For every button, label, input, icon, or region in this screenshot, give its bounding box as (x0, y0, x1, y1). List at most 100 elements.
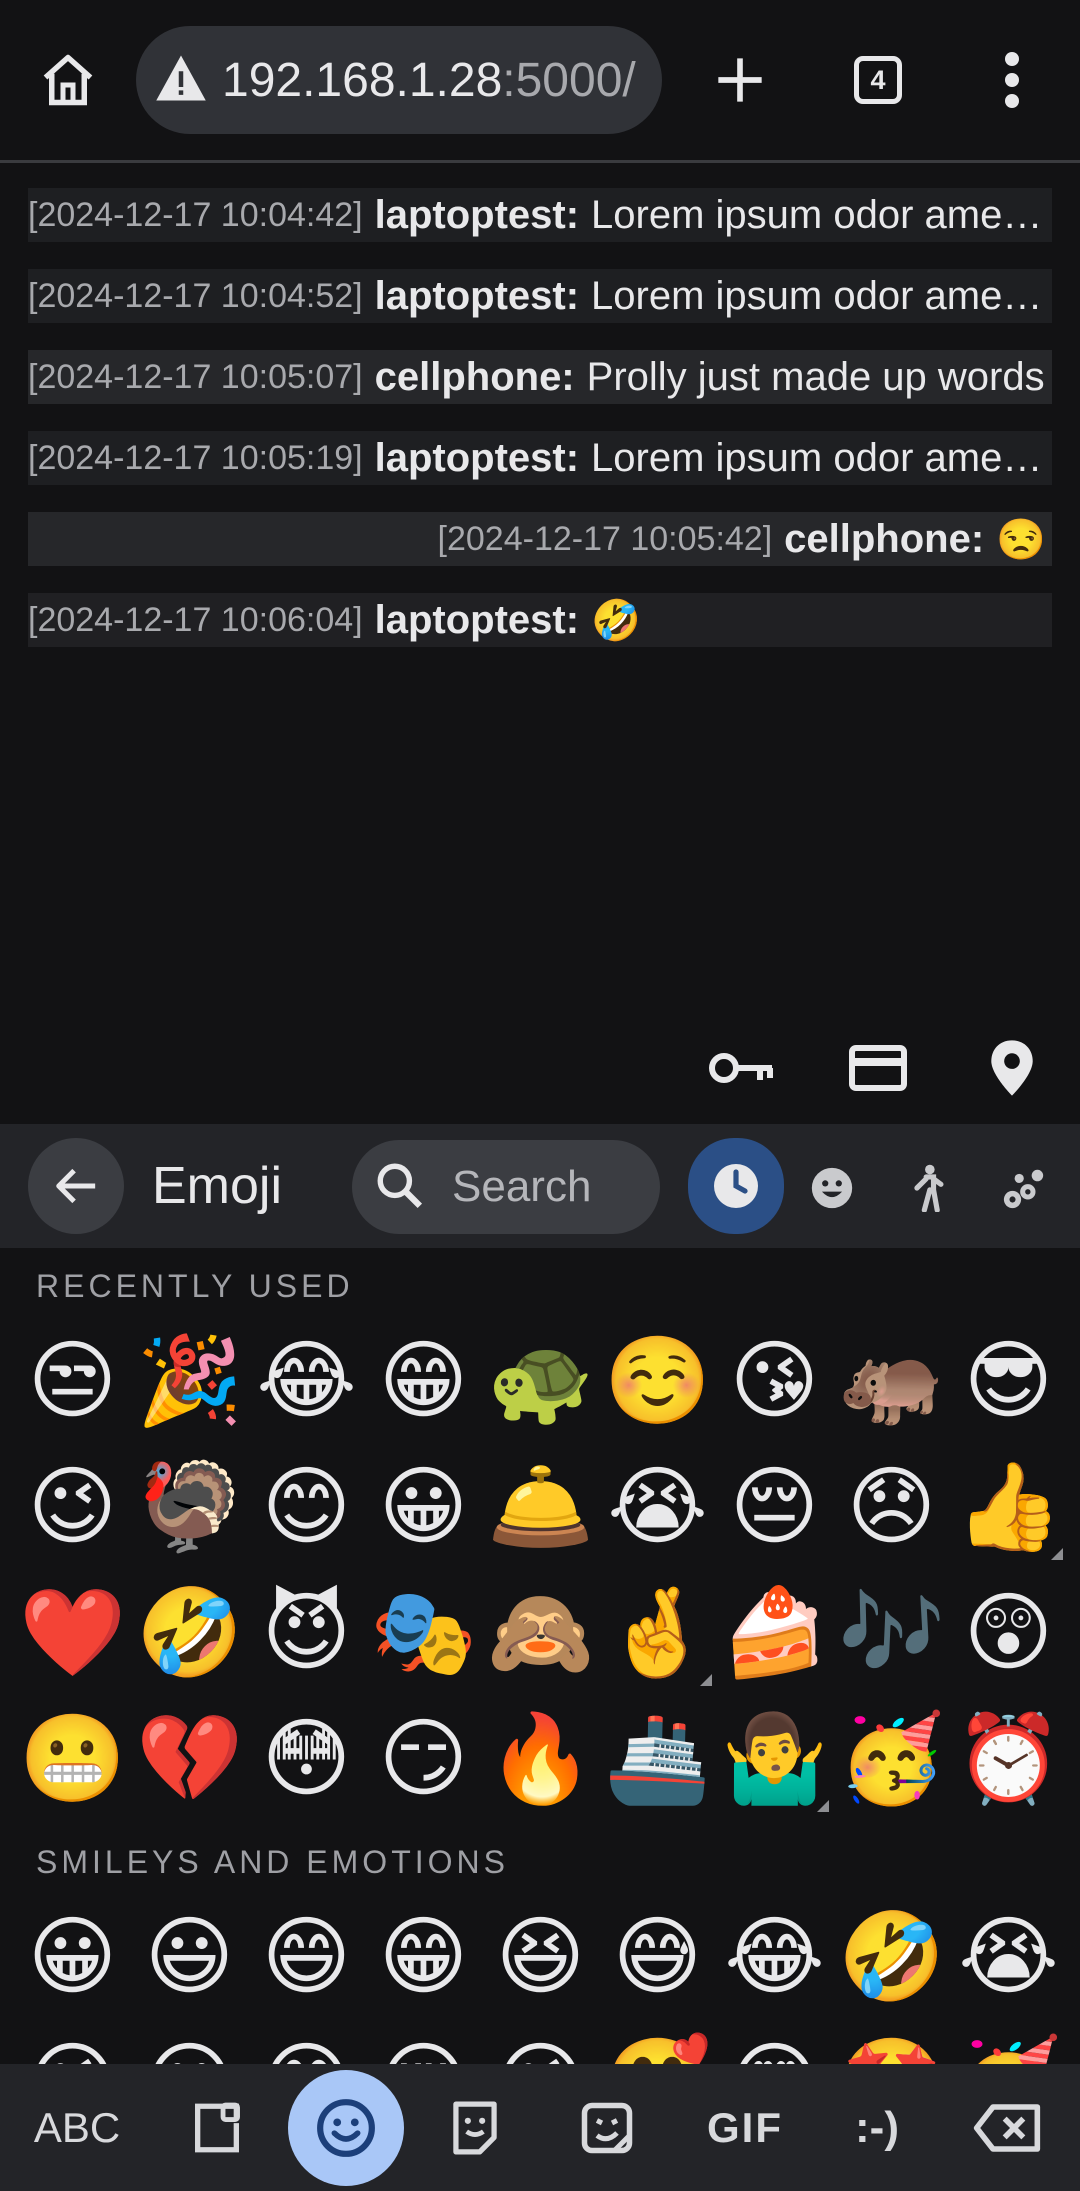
emoji-key[interactable]: 🔥 (482, 1701, 599, 1818)
emoji-key[interactable]: 🚢 (599, 1701, 716, 1818)
emoji-key[interactable]: 🛎️ (482, 1449, 599, 1566)
emoji-key[interactable]: 😎 (950, 1323, 1067, 1440)
address-bar[interactable]: 192.168.1.28:5000/ (136, 26, 662, 134)
back-arrow-icon[interactable] (28, 1138, 124, 1234)
backspace-icon[interactable] (962, 2082, 1052, 2174)
animals-nature-icon[interactable] (978, 1142, 1070, 1234)
message-text: Prolly just made up words (586, 354, 1045, 399)
emoji-key[interactable]: 😙 (248, 2025, 365, 2064)
emoji-key[interactable]: ☺️ (599, 1323, 716, 1440)
emoji-key[interactable]: 🎭 (365, 1575, 482, 1692)
emoji-row: 😉😗😙😚😘🥰😍🤩🥳 (14, 2020, 1074, 2064)
chat-log: [2024-12-17 10:04:42] laptoptest: Lorem … (28, 188, 1052, 674)
emoji-key[interactable]: 🤣 (833, 1899, 950, 2016)
emoji-key[interactable]: 🤞 (599, 1575, 716, 1692)
emoji-key[interactable]: 🤣 (131, 1575, 248, 1692)
emoji-key[interactable]: 💔 (131, 1701, 248, 1818)
search-placeholder: Search (452, 1162, 592, 1211)
emoji-key[interactable]: 🦛 (833, 1323, 950, 1440)
url-host: 192.168.1.28 (222, 53, 503, 107)
emoji-row: ❤️ 🤣 😈 🎭 🙈 🤞 🍰 🎶 😲 (14, 1570, 1074, 1696)
emoji-key[interactable]: 🐢 (482, 1323, 599, 1440)
section-label-smileys: SMILEYS AND EMOTIONS (36, 1844, 509, 1880)
emoji-key[interactable]: 😗 (131, 2025, 248, 2064)
emoji-key[interactable]: 😞 (833, 1449, 950, 1566)
message-timestamp: [2024-12-17 10:04:42] (28, 195, 363, 234)
clipboard-icon[interactable] (172, 2082, 262, 2174)
emoji-key[interactable]: 🥰 (599, 2025, 716, 2064)
emoji-key[interactable]: 😬 (14, 1701, 131, 1818)
emoji-key[interactable]: ⏰ (950, 1701, 1067, 1818)
emoji-key[interactable]: 😀 (365, 1449, 482, 1566)
browser-toolbar: 192.168.1.28:5000/ 4 (0, 0, 1080, 163)
recent-clock-icon[interactable] (688, 1138, 784, 1234)
tab-switcher-button[interactable]: 4 (838, 40, 918, 120)
emoji-key[interactable]: 😘 (716, 1323, 833, 1440)
emoji-key[interactable]: 👍 (950, 1449, 1067, 1566)
emoji-key[interactable]: 😁 (365, 1323, 482, 1440)
emoji-key[interactable]: 😃 (131, 1899, 248, 2016)
emoji-key[interactable]: 🙈 (482, 1575, 599, 1692)
message-text: Lorem ipsum odor amet, consectetuer adip… (591, 192, 1052, 237)
message-text: 😒 (996, 517, 1046, 562)
keyboard-bottom-bar: ABC GIF :-) (0, 2064, 1080, 2191)
emoji-key[interactable]: 😭 (950, 1899, 1067, 2016)
emoji-key[interactable]: 🎉 (131, 1323, 248, 1440)
home-icon[interactable] (28, 40, 108, 120)
emoji-key[interactable]: 😔 (716, 1449, 833, 1566)
emoji-key[interactable]: 😲 (950, 1575, 1067, 1692)
emoji-key[interactable]: 😏 (365, 1701, 482, 1818)
emoji-key[interactable]: ❤️ (14, 1575, 131, 1692)
credit-card-icon[interactable] (838, 1028, 918, 1108)
emoji-keyboard-button[interactable] (288, 2070, 404, 2186)
more-menu-icon[interactable] (972, 40, 1052, 120)
url-port: :5000/ (502, 53, 636, 107)
emoji-key[interactable]: 🍰 (716, 1575, 833, 1692)
emoji-key[interactable]: 😳 (248, 1701, 365, 1818)
emoji-key[interactable]: 😊 (248, 1449, 365, 1566)
emoji-search-input[interactable]: Search (352, 1140, 660, 1234)
location-pin-icon[interactable] (972, 1028, 1052, 1108)
emoji-key[interactable]: 😘 (482, 2025, 599, 2064)
message-user: cellphone: (374, 354, 575, 399)
emoji-key[interactable]: 😉 (14, 2025, 131, 2064)
emoji-key[interactable]: 🤩 (833, 2025, 950, 2064)
emoji-key[interactable]: 🥳 (950, 2025, 1067, 2064)
emoji-keyboard-header: Emoji Search (0, 1124, 1080, 1248)
abc-keyboard-button[interactable]: ABC (22, 2082, 132, 2174)
gif-button[interactable]: GIF (690, 2082, 800, 2174)
chat-message: [2024-12-17 10:04:42] laptoptest: Lorem … (28, 188, 1052, 242)
emoji-key[interactable]: 😁 (365, 1899, 482, 2016)
emoji-key[interactable]: 😄 (248, 1899, 365, 2016)
message-timestamp: [2024-12-17 10:05:19] (28, 438, 363, 477)
key-icon[interactable] (702, 1028, 782, 1108)
emoji-row: 😀 😃 😄 😁 😆 😅 😂 🤣 😭 (14, 1894, 1074, 2020)
new-tab-icon[interactable] (700, 40, 780, 120)
sticker-icon[interactable] (430, 2082, 520, 2174)
emoji-key[interactable]: 🎶 (833, 1575, 950, 1692)
emoji-key[interactable]: 😈 (248, 1575, 365, 1692)
search-icon (374, 1160, 424, 1214)
message-timestamp: [2024-12-17 10:05:42] (437, 519, 773, 558)
emoji-key[interactable]: 😂 (716, 1899, 833, 2016)
smiley-category-icon[interactable] (786, 1142, 878, 1234)
emoji-key[interactable]: 🤷‍♂️ (716, 1701, 833, 1818)
emoji-key[interactable]: 😀 (14, 1899, 131, 2016)
emoji-key[interactable]: 😒 (14, 1323, 131, 1440)
people-activity-icon[interactable] (882, 1142, 974, 1234)
emoji-key[interactable]: 😂 (248, 1323, 365, 1440)
emoji-key[interactable]: 😚 (365, 2025, 482, 2064)
message-timestamp: [2024-12-17 10:04:52] (28, 276, 363, 315)
emoji-key[interactable]: 😭 (599, 1449, 716, 1566)
warning-icon[interactable] (154, 53, 208, 107)
emoji-key[interactable]: 🦃 (131, 1449, 248, 1566)
abc-label: ABC (33, 2104, 121, 2151)
emoji-grid-area[interactable]: RECENTLY USED 😒 🎉 😂 😁 🐢 ☺️ 😘 🦛 😎 😉 🦃 😊 😀 🛎️ 😭 😔 😞 👍 ❤️ 🤣 😈 🎭 🙈… (0, 1248, 1080, 2064)
emoji-key[interactable]: 🥳 (833, 1701, 950, 1818)
emoji-key[interactable]: 😅 (599, 1899, 716, 2016)
emoji-kitchen-icon[interactable] (562, 2082, 652, 2174)
emoji-key[interactable]: 😍 (716, 2025, 833, 2064)
emoticon-button[interactable]: :-) (822, 2082, 932, 2174)
emoji-key[interactable]: 😆 (482, 1899, 599, 2016)
emoji-key[interactable]: 😉 (14, 1449, 131, 1566)
